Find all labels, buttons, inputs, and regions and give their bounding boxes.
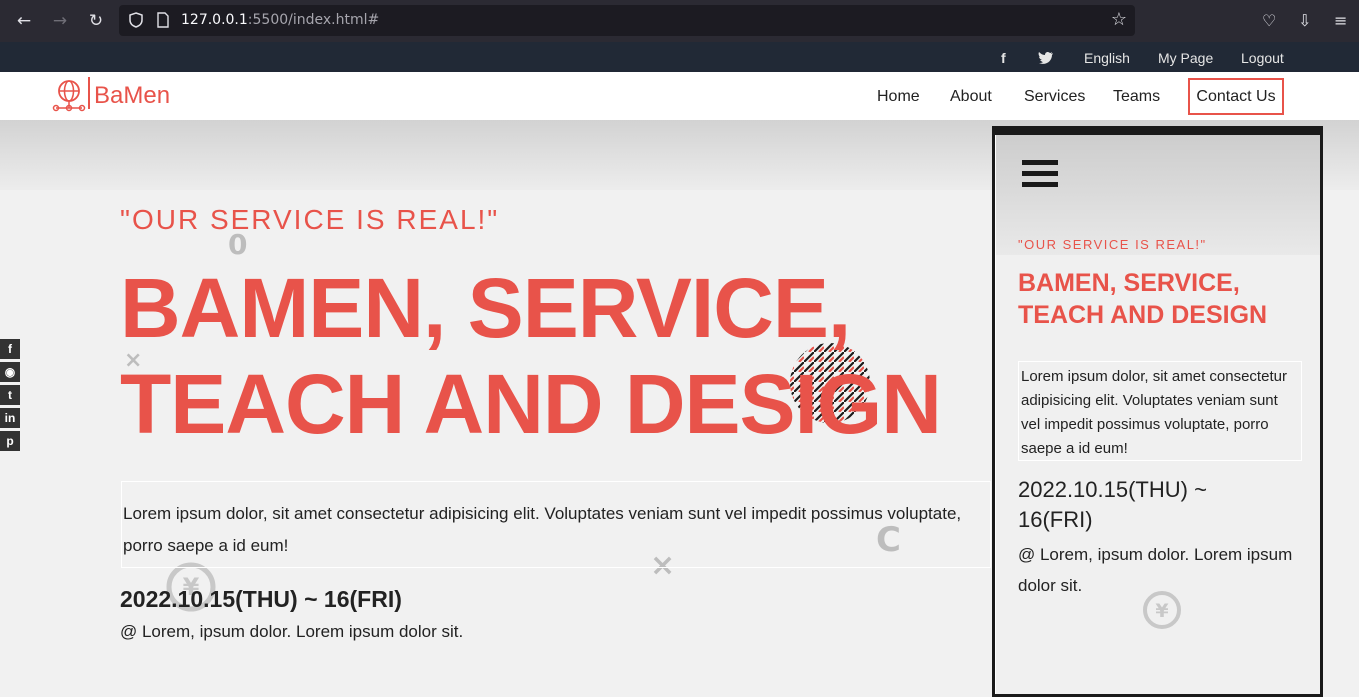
forward-icon[interactable]: → — [50, 11, 70, 31]
mobile-preview-panel: "OUR SERVICE IS REAL!" BAMEN, SERVICE, T… — [992, 126, 1323, 697]
mobile-description: Lorem ipsum dolor, sit amet consectetur … — [1018, 361, 1302, 461]
linkedin-icon[interactable]: in — [0, 408, 20, 428]
mobile-viewport: "OUR SERVICE IS REAL!" BAMEN, SERVICE, T… — [995, 135, 1320, 694]
pocket-icon[interactable]: ♡ — [1262, 11, 1276, 30]
github-icon[interactable]: ◉ — [0, 362, 20, 382]
mobile-tagline: "OUR SERVICE IS REAL!" — [1018, 237, 1207, 252]
hero-title-line1: BAMEN, SERVICE, — [120, 261, 851, 355]
hero-description: Lorem ipsum dolor, sit amet consectetur … — [121, 481, 991, 568]
facebook-icon[interactable]: f — [1001, 50, 1006, 66]
nav-about[interactable]: About — [950, 88, 992, 106]
mobile-title-line2: TEACH AND DESIGN — [1018, 301, 1268, 329]
nav-home[interactable]: Home — [877, 88, 920, 106]
url-path: :5500/index.html# — [247, 12, 380, 28]
download-icon[interactable]: ⇩ — [1298, 11, 1311, 30]
nav-contact-us[interactable]: Contact Us — [1188, 78, 1284, 115]
reload-icon[interactable]: ↻ — [86, 11, 106, 31]
address-bar[interactable]: 127.0.0.1:5500/index.html# ☆ — [119, 5, 1135, 36]
language-link[interactable]: English — [1084, 50, 1130, 66]
mobile-title: BAMEN, SERVICE, TEACH AND DESIGN — [1018, 267, 1267, 331]
yen-circle-icon: ¥ — [1143, 591, 1181, 629]
hamburger-menu-icon[interactable] — [1022, 160, 1058, 190]
twitter-icon[interactable] — [1038, 51, 1054, 64]
nav-services[interactable]: Services — [1024, 88, 1085, 106]
nav-teams[interactable]: Teams — [1113, 88, 1160, 106]
logo-divider — [88, 77, 90, 109]
menu-icon[interactable]: ≡ — [1334, 11, 1347, 30]
my-page-link[interactable]: My Page — [1158, 50, 1213, 66]
pinterest-icon[interactable]: p — [0, 431, 20, 451]
page-icon — [157, 12, 169, 28]
url-text[interactable]: 127.0.0.1:5500/index.html# — [181, 12, 379, 28]
back-icon[interactable]: ← — [14, 11, 34, 31]
shield-icon[interactable] — [129, 12, 143, 28]
logo-text[interactable]: BaMen — [94, 82, 170, 110]
site-header: BaMen Home About Services Teams Contact … — [0, 72, 1359, 120]
hero-date: 2022.10.15(THU) ~ 16(FRI) — [120, 586, 402, 612]
mobile-title-line1: BAMEN, SERVICE, — [1018, 269, 1240, 297]
hero-title: BAMEN, SERVICE, TEACH AND DESIGN — [120, 260, 942, 452]
logout-link[interactable]: Logout — [1241, 50, 1284, 66]
twitter-icon[interactable]: t — [0, 385, 20, 405]
hero-title-line2: TEACH AND DESIGN — [120, 357, 942, 451]
hero-tagline: "OUR SERVICE IS REAL!" — [120, 204, 500, 235]
hero-place: @ Lorem, ipsum dolor. Lorem ipsum dolor … — [120, 622, 464, 641]
facebook-icon[interactable]: f — [0, 339, 20, 359]
url-host: 127.0.0.1 — [181, 12, 248, 28]
mobile-date: 2022.10.15(THU) ~ 16(FRI) — [1018, 477, 1207, 532]
site-topbar: f English My Page Logout — [0, 42, 1359, 72]
bookmark-star-icon[interactable]: ☆ — [1111, 9, 1127, 30]
browser-toolbar: ← → ↻ 127.0.0.1:5500/index.html# ☆ ♡ ⇩ ≡ — [0, 0, 1359, 42]
svg-text:¥: ¥ — [1155, 600, 1168, 622]
side-social-bar: f ◉ t in p — [0, 339, 22, 454]
